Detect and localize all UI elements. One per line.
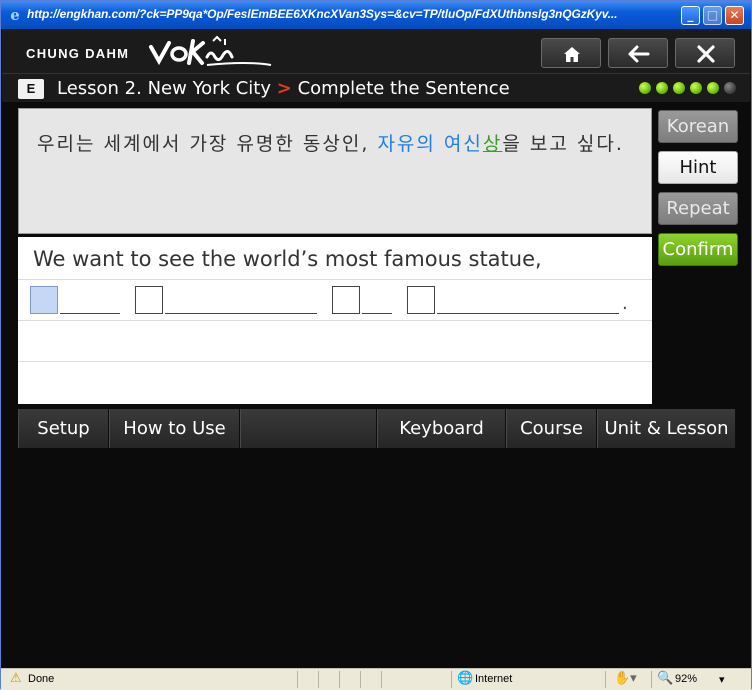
nav-keyboard[interactable]: Keyboard: [377, 409, 506, 448]
maximize-button[interactable]: □: [703, 6, 722, 25]
internet-globe-icon: 🌐: [457, 671, 474, 686]
close-app-button[interactable]: [675, 38, 735, 68]
activity-name: Complete the Sentence: [297, 78, 510, 99]
zoom-icon[interactable]: 🔍: [657, 672, 673, 686]
title-bar: e http://engkhan.com/?ck=PP9qa*Op/FeslEm…: [1, 1, 751, 29]
status-divider: [651, 671, 652, 688]
lesson-bar: E Lesson 2. New York City > Complete the…: [2, 73, 750, 102]
blank-underline-1: [60, 313, 120, 315]
progress-dot-filled: [639, 82, 651, 94]
empty-line: [18, 320, 652, 362]
answer-blank-4[interactable]: [407, 286, 435, 314]
status-divider: [318, 671, 319, 688]
korean-sentence-panel: 우리는 세계에서 가장 유명한 동상인, 자유의 여신상을 보고 싶다.: [18, 108, 652, 234]
minimize-button[interactable]: _: [681, 6, 700, 25]
close-icon: [697, 45, 715, 63]
zoom-dropdown-icon[interactable]: ▾: [719, 673, 725, 686]
status-divider: [297, 671, 298, 688]
ie-icon: e: [10, 6, 20, 24]
progress-dot-filled: [673, 82, 685, 94]
progress-dot-filled: [656, 82, 668, 94]
english-sentence: We want to see the world’s most famous s…: [33, 247, 542, 271]
nav-setup[interactable]: Setup: [18, 409, 109, 448]
maximize-icon: □: [706, 8, 719, 22]
level-badge: E: [18, 79, 44, 99]
english-sentence-panel: We want to see the world’s most famous s…: [18, 237, 652, 404]
window-close-icon: ✕: [729, 8, 740, 22]
status-divider: [605, 671, 606, 688]
blank-underline-3: [362, 313, 392, 315]
app-header: CHUNG DAHM: [2, 29, 750, 73]
korean-highlight-green: 상: [482, 133, 503, 155]
korean-sentence: 우리는 세계에서 가장 유명한 동상인, 자유의 여신상을 보고 싶다.: [37, 131, 637, 158]
nav-how-to-use[interactable]: How to Use: [109, 409, 240, 448]
nav-course[interactable]: Course: [506, 409, 597, 448]
repeat-button[interactable]: Repeat: [658, 192, 738, 225]
back-button[interactable]: [608, 38, 668, 68]
nav-unit-lesson[interactable]: Unit & Lesson: [597, 409, 736, 448]
breadcrumb-separator: >: [276, 78, 292, 99]
progress-dot-filled: [707, 82, 719, 94]
home-icon: [564, 47, 580, 62]
warning-icon: ⚠: [10, 671, 22, 686]
korean-highlight: 자유의 여신: [377, 133, 483, 155]
minimize-icon: _: [687, 8, 694, 22]
bottom-nav: Setup How to Use Keyboard Course Unit & …: [18, 409, 736, 448]
progress-dot-empty: [724, 82, 736, 94]
brand-name: CHUNG DAHM: [26, 46, 130, 61]
status-divider: [360, 671, 361, 688]
vokhan-logo: [147, 35, 277, 73]
status-divider: [339, 671, 340, 688]
confirm-button[interactable]: Confirm: [658, 233, 738, 266]
status-divider: [381, 671, 382, 688]
answer-blank-1[interactable]: [30, 286, 58, 314]
breadcrumb: Lesson 2. New York City > Complete the S…: [57, 78, 510, 99]
hint-button[interactable]: Hint: [658, 151, 738, 184]
blank-underline-2: [165, 313, 317, 315]
protected-mode-icon[interactable]: ✋▾: [614, 672, 637, 686]
nav-empty: [240, 409, 377, 448]
window-title: http://engkhan.com/?ck=PP9qa*Op/FeslEmBE…: [27, 7, 618, 21]
answer-blank-2[interactable]: [135, 286, 163, 314]
korean-text-after: 을 보고 싶다.: [502, 133, 624, 155]
status-bar: ⚠ Done 🌐 Internet ✋▾ 🔍 92% ▾: [1, 668, 751, 690]
home-button[interactable]: [541, 38, 601, 68]
blank-underline-4: [437, 313, 619, 315]
zone-text: Internet: [475, 673, 513, 685]
status-text: Done: [28, 673, 55, 685]
window-close-button[interactable]: ✕: [725, 6, 744, 25]
zoom-level[interactable]: 92%: [675, 673, 697, 685]
status-divider: [451, 671, 452, 688]
back-arrow-icon: [628, 45, 650, 63]
browser-window: e http://engkhan.com/?ck=PP9qa*Op/FeslEm…: [0, 0, 752, 690]
korean-text-before: 우리는 세계에서 가장 유명한 동상인,: [37, 133, 378, 155]
lesson-name: Lesson 2. New York City: [57, 78, 272, 99]
sentence-period: .: [622, 293, 628, 314]
korean-button[interactable]: Korean: [658, 110, 738, 143]
answer-blank-3[interactable]: [332, 286, 360, 314]
progress-dot-filled: [690, 82, 702, 94]
